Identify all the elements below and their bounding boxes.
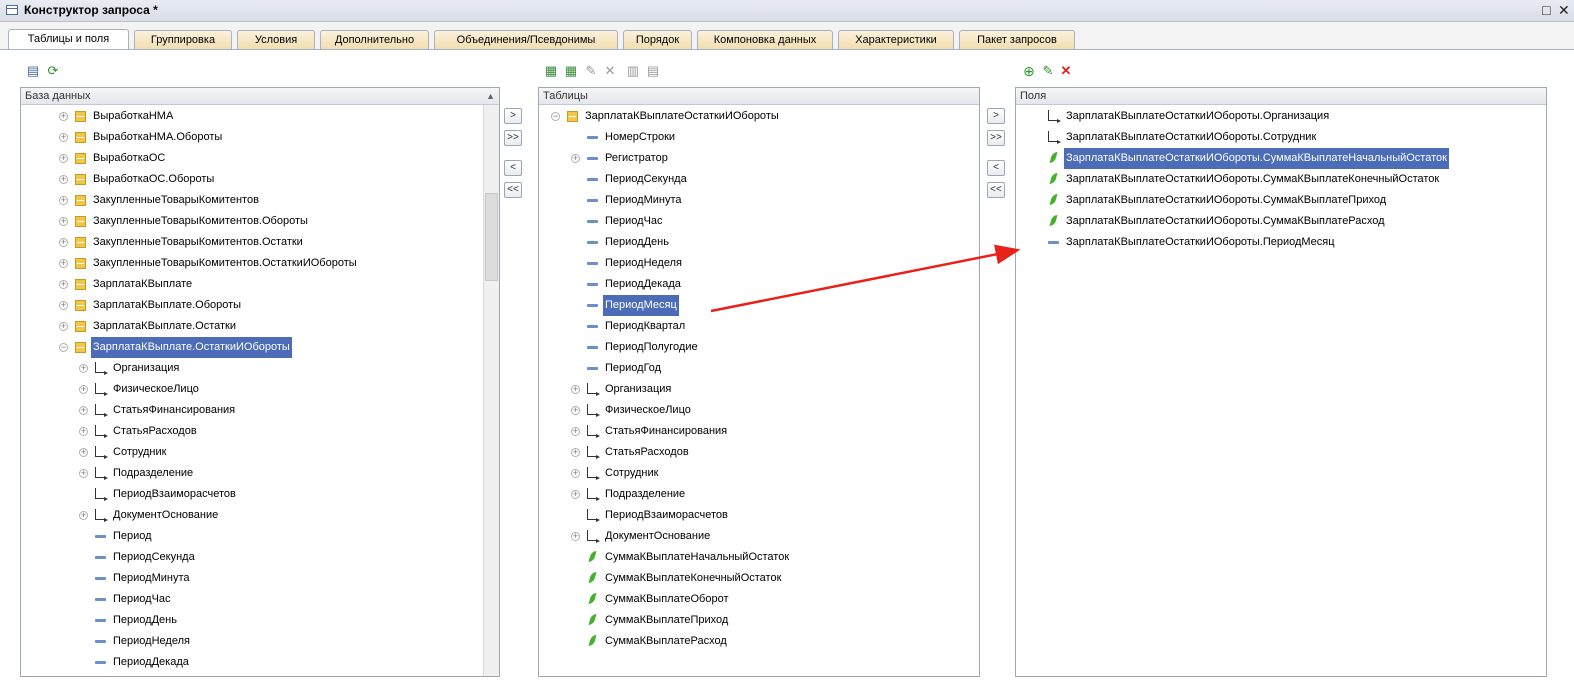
arrow-line xyxy=(710,244,1021,313)
annotation-arrow xyxy=(710,244,1021,313)
